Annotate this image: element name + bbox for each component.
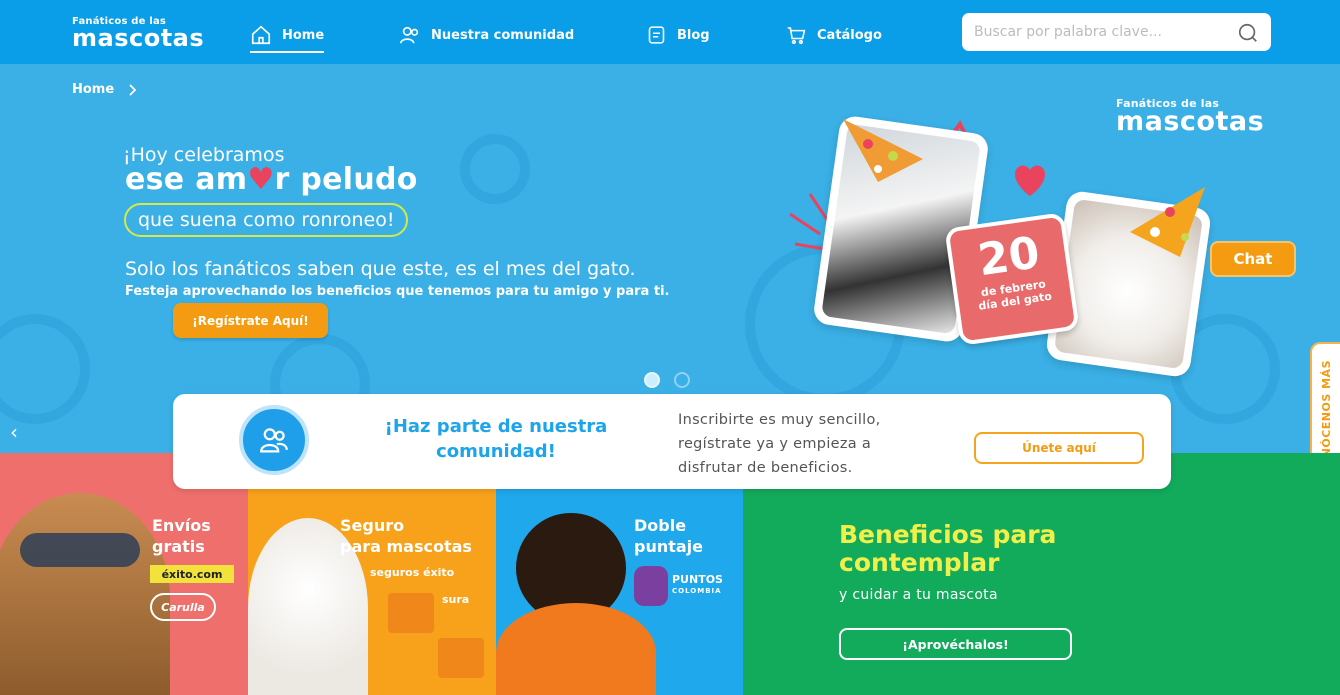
exito-badge: éxito.com bbox=[150, 565, 234, 583]
hero-line-2: ese am♥r peludo bbox=[125, 162, 418, 197]
top-header: Fanáticos de las mascotas Home Nuestra c… bbox=[0, 0, 1340, 64]
hero-line-3: Solo los fanáticos saben que este, es el… bbox=[125, 258, 636, 280]
sunglasses-icon bbox=[20, 533, 140, 567]
search-box bbox=[962, 13, 1271, 51]
tile-3-title-1: Doble bbox=[634, 516, 687, 535]
heart-icon: ♥ bbox=[247, 162, 275, 197]
tile-2-title-2: para mascotas bbox=[340, 537, 472, 556]
benefits-button[interactable]: ¡Aprovéchalos! bbox=[839, 628, 1072, 660]
users-icon bbox=[260, 428, 288, 453]
tile-benefits: Beneficios para contemplar y cuidar a tu… bbox=[743, 453, 1340, 695]
community-title: ¡Haz parte de nuestra comunidad! bbox=[384, 416, 608, 462]
nav-catalog[interactable]: Catálogo bbox=[786, 18, 882, 52]
tile-3-title-2: puntaje bbox=[634, 537, 704, 556]
dog-image bbox=[0, 493, 170, 695]
party-hat-icon bbox=[1130, 187, 1205, 257]
logo-big-text: mascotas bbox=[72, 24, 205, 52]
benefits-title-1: Beneficios para bbox=[839, 520, 1057, 549]
chevron-right-icon bbox=[129, 83, 137, 96]
community-text: Inscribirte es muy sencillo, regístrate … bbox=[678, 412, 881, 476]
sura-badge: sura bbox=[442, 593, 470, 606]
gift-icon bbox=[438, 638, 484, 678]
tile-2-title-1: Seguro bbox=[340, 516, 405, 535]
nav-community[interactable]: Nuestra comunidad bbox=[399, 18, 574, 52]
tile-pet-insurance[interactable]: Seguro para mascotas seguros éxito sura bbox=[248, 453, 496, 695]
search-input[interactable] bbox=[974, 22, 1224, 42]
tile-1-title-2: gratis bbox=[152, 537, 205, 556]
register-button[interactable]: ¡Regístrate Aquí! bbox=[173, 303, 328, 338]
site-logo[interactable]: Fanáticos de las mascotas bbox=[72, 16, 205, 52]
search-icon[interactable] bbox=[1237, 22, 1259, 44]
community-icon bbox=[400, 26, 419, 44]
cart-icon bbox=[787, 27, 806, 45]
colombia-badge: COLOMBIA bbox=[672, 587, 722, 595]
nav-home[interactable]: Home bbox=[250, 18, 325, 53]
tile-double-points[interactable]: Doble puntaje PUNTOS COLOMBIA bbox=[496, 453, 743, 695]
carulla-badge: Carulla bbox=[150, 593, 216, 621]
carousel-dot-2[interactable] bbox=[674, 372, 690, 388]
benefits-subtitle: y cuidar a tu mascota bbox=[839, 587, 998, 603]
chat-button[interactable]: Chat bbox=[1210, 241, 1296, 277]
seguros-badge: seguros éxito bbox=[370, 566, 455, 579]
tile-free-shipping[interactable]: Envíos gratis éxito.com Carulla bbox=[0, 453, 248, 695]
join-button[interactable]: Únete aquí bbox=[974, 432, 1144, 464]
party-hat-icon bbox=[843, 119, 923, 182]
nav-community-label: Nuestra comunidad bbox=[431, 27, 575, 43]
woman-image bbox=[496, 603, 656, 695]
hero-pill-text: que suena como ronroneo! bbox=[124, 203, 409, 237]
home-icon bbox=[251, 25, 271, 45]
breadcrumb: Home bbox=[72, 82, 137, 97]
puntos-logo-icon bbox=[634, 566, 668, 606]
benefits-title-2: contemplar bbox=[839, 548, 1000, 577]
puntos-badge: PUNTOS bbox=[672, 573, 723, 586]
gift-icon bbox=[388, 593, 434, 633]
hero-line-2a: ese am bbox=[125, 162, 248, 197]
nav-blog[interactable]: Blog bbox=[646, 18, 710, 52]
carousel-dots bbox=[644, 372, 690, 388]
hero-line-2b: r peludo bbox=[274, 162, 418, 197]
nav-home-label: Home bbox=[282, 27, 325, 43]
yarn-decoration bbox=[460, 134, 530, 204]
yarn-decoration bbox=[0, 314, 90, 424]
nav-blog-label: Blog bbox=[677, 27, 710, 43]
hero-line-4: Festeja aprovechando los beneficios que … bbox=[125, 284, 670, 299]
nav-catalog-label: Catálogo bbox=[817, 27, 882, 43]
breadcrumb-home[interactable]: Home bbox=[72, 82, 114, 97]
carousel-dot-1[interactable] bbox=[644, 372, 660, 388]
blog-icon bbox=[648, 26, 665, 44]
community-card: ¡Haz parte de nuestra comunidad! Inscrib… bbox=[173, 394, 1171, 489]
date-card: 20 de febrero día del gato bbox=[944, 212, 1080, 346]
carousel-prev-icon[interactable]: ‹ bbox=[10, 420, 18, 444]
community-circle bbox=[239, 405, 309, 475]
tile-1-title-1: Envíos bbox=[152, 516, 211, 535]
